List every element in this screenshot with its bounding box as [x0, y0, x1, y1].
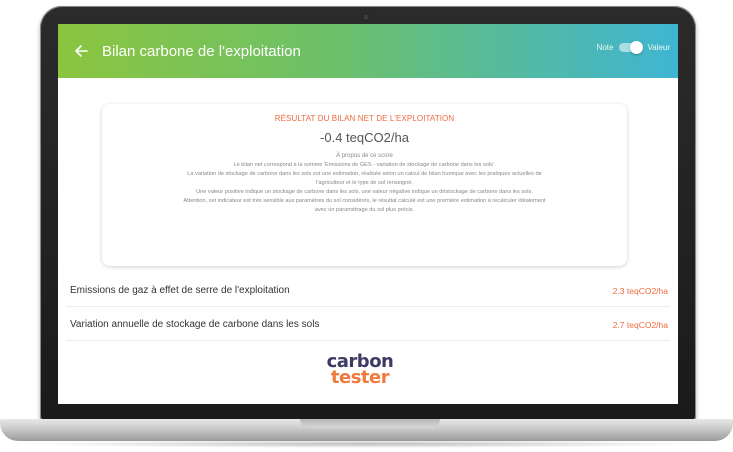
- emissions-row[interactable]: Emissions de gaz à effet de serre de l'e…: [66, 275, 670, 307]
- row-value: 2.7 teqCO2/ha: [612, 319, 668, 330]
- explanation-line: La variation de stockage de carbone dans…: [187, 171, 542, 177]
- note-value-toggle[interactable]: [619, 40, 644, 54]
- about-score-title: À propos de ce score: [336, 153, 393, 159]
- result-explanation: Le bilan net correspond à la somme 'Emis…: [102, 161, 627, 215]
- logo-line-tester: tester: [330, 367, 390, 388]
- carbon-storage-row[interactable]: Variation annuelle de stockage de carbon…: [66, 309, 670, 341]
- explanation-line: Une valeur positive indique un stockage …: [196, 189, 533, 195]
- result-score: -0.4 teqCO2/ha: [320, 130, 409, 145]
- laptop-notch: [300, 419, 440, 428]
- camera-icon: [363, 14, 369, 20]
- explanation-line: avec un paramétrage du sol plus précis.: [314, 207, 415, 213]
- result-heading: RÉSULTAT DU BILAN NET DE L'EXPLOITATION: [274, 114, 455, 123]
- explanation-line: l'agriculteur et le type de sol renseign…: [316, 180, 413, 186]
- display-toggle-group: Note Valeur: [596, 40, 670, 54]
- explanation-line: Attention, cet indicateur est très sensi…: [183, 198, 546, 204]
- arrow-left-icon[interactable]: [72, 42, 90, 60]
- app-bar: Bilan carbone de l'exploitation Note Val…: [58, 24, 678, 78]
- app-screen: Bilan carbone de l'exploitation Note Val…: [58, 24, 678, 404]
- row-value: 2.3 teqCO2/ha: [612, 285, 668, 296]
- toggle-label-note: Note: [596, 43, 614, 52]
- row-label: Emissions de gaz à effet de serre de l'e…: [70, 285, 290, 296]
- row-label: Variation annuelle de stockage de carbon…: [70, 319, 320, 330]
- toggle-knob: [630, 40, 644, 54]
- explanation-line: Le bilan net correspond à la somme 'Emis…: [233, 162, 496, 168]
- carbon-tester-logo: carbon tester: [320, 353, 400, 388]
- page-title: Bilan carbone de l'exploitation: [102, 42, 301, 60]
- laptop-shadow: [20, 440, 713, 448]
- result-card: RÉSULTAT DU BILAN NET DE L'EXPLOITATION …: [102, 104, 627, 266]
- toggle-label-valeur: Valeur: [647, 43, 670, 52]
